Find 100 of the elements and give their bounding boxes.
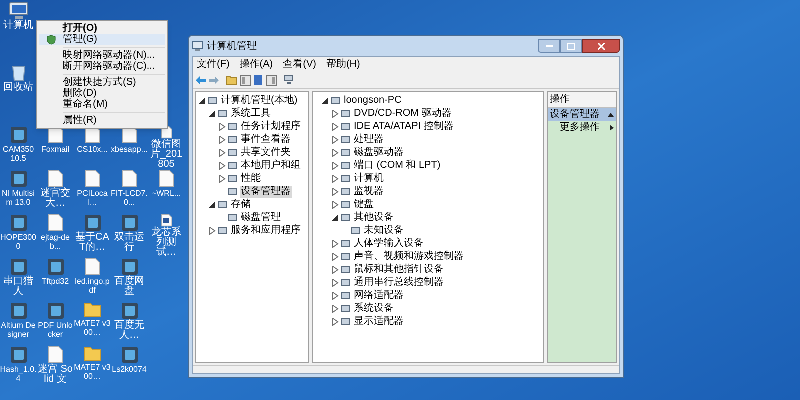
maximize-button[interactable] (560, 39, 582, 53)
collapsed-arrow-icon[interactable] (331, 240, 339, 248)
tree-item[interactable]: 磁盘管理 (240, 212, 282, 224)
desktop-icon-label[interactable]: ~WRL... (148, 189, 185, 198)
desktop-icon-label[interactable]: NI Multisim 13.0 (0, 189, 37, 207)
collapsed-arrow-icon[interactable] (331, 148, 339, 156)
desktop-icon-label[interactable]: Tftpd32 (37, 277, 74, 286)
action-link[interactable]: 更多操作 (548, 121, 616, 134)
tree-item[interactable]: 网络适配器 (353, 290, 405, 302)
collapsed-arrow-icon[interactable] (331, 162, 339, 170)
tree-item[interactable]: 共享文件夹 (240, 146, 292, 158)
actions-section[interactable]: 设备管理器 (548, 108, 616, 121)
desktop-icon-label[interactable]: MATE7 v300… (74, 319, 111, 337)
desktop-icon-label[interactable]: MATE7 v300… (74, 363, 111, 381)
menu-bar-item[interactable]: 文件(F) (197, 57, 230, 72)
panel-icon[interactable] (240, 74, 251, 86)
desktop-icon-label[interactable]: 双击运行 (111, 233, 148, 253)
desktop-icon-label[interactable]: 迷宫 Solid 文 (37, 365, 74, 385)
close-button[interactable] (582, 39, 620, 53)
collapsed-arrow-icon[interactable] (218, 148, 226, 156)
back-arrow-icon[interactable] (196, 76, 206, 84)
collapsed-arrow-icon[interactable] (218, 136, 226, 144)
tree-item[interactable]: 鼠标和其他指针设备 (353, 264, 445, 276)
tree-item[interactable]: 系统设备 (353, 302, 395, 314)
desktop-icon-label[interactable]: Ls2k0074 (111, 365, 148, 374)
tree-item[interactable]: 系统工具 (230, 108, 272, 120)
minimize-button[interactable] (538, 39, 560, 53)
tree-item[interactable]: 通用串行总线控制器 (353, 276, 445, 288)
tree-item[interactable]: 人体学输入设备 (353, 238, 425, 250)
desktop-icon-label[interactable]: PDF Unlocker (37, 321, 74, 339)
collapsed-arrow-icon[interactable] (331, 252, 339, 260)
tree-item[interactable]: loongson-PC (343, 94, 403, 106)
tree-item[interactable]: 事件查看器 (240, 134, 292, 146)
collapsed-arrow-icon[interactable] (331, 318, 339, 326)
desktop-icon-label[interactable]: Hash_1.0.4 (0, 365, 37, 383)
desktop-icon-label[interactable]: xbesapp... (111, 145, 148, 154)
tree-item[interactable]: 键盘 (353, 198, 375, 210)
expanded-arrow-icon[interactable] (198, 96, 206, 104)
desktop-icon-label[interactable]: 串口猎人 (0, 277, 37, 297)
collapsed-arrow-icon[interactable] (331, 188, 339, 196)
tree-item[interactable]: 计算机管理(本地) (220, 94, 299, 106)
tree-item[interactable]: 磁盘驱动器 (353, 146, 405, 158)
desktop-icon-label[interactable]: Altium Designer (0, 321, 37, 339)
desktop-icon-label[interactable]: 龙芯系列测试… (148, 228, 185, 258)
collapsed-arrow-icon[interactable] (218, 174, 226, 182)
collapsed-arrow-icon[interactable] (331, 110, 339, 118)
expanded-arrow-icon[interactable] (208, 200, 216, 208)
tree-item[interactable]: 存储 (230, 198, 252, 210)
collapsed-arrow-icon[interactable] (331, 174, 339, 182)
tree-item[interactable]: IDE ATA/ATAPI 控制器 (353, 120, 455, 132)
desktop-icon-label[interactable]: 微信图片_201805 (148, 140, 185, 170)
desktop-icon-label[interactable]: PCILocal... (74, 189, 111, 207)
collapsed-arrow-icon[interactable] (331, 304, 339, 312)
desktop-icon-label[interactable]: 迷宫交大… (37, 189, 74, 209)
tree-item[interactable]: DVD/CD-ROM 驱动器 (353, 108, 453, 120)
menu-item[interactable]: 打开(O) (39, 23, 165, 34)
menu-item[interactable]: 创建快捷方式(S) (39, 77, 165, 88)
desktop-icon-label[interactable]: CAM350 10.5 (0, 145, 37, 163)
device-icon[interactable] (284, 75, 295, 85)
tree-item[interactable]: 端口 (COM 和 LPT) (353, 160, 442, 172)
menu-item[interactable]: 属性(R) (39, 115, 165, 126)
collapsed-arrow-icon[interactable] (331, 292, 339, 300)
tree-item[interactable]: 声音、视频和游戏控制器 (353, 250, 465, 262)
tree-item[interactable]: 设备管理器 (240, 186, 292, 198)
tree-item[interactable]: 处理器 (353, 134, 385, 146)
menu-item[interactable]: 断开网络驱动器(C)... (39, 61, 165, 72)
desktop-icon-label[interactable]: 百度无人… (111, 321, 148, 341)
desktop-icon-label[interactable]: 百度网盘 (111, 277, 148, 297)
tree-item[interactable]: 服务和应用程序 (230, 224, 302, 236)
tree-item[interactable]: 任务计划程序 (240, 120, 302, 132)
tree-item[interactable]: 性能 (240, 172, 262, 184)
collapsed-arrow-icon[interactable] (208, 226, 216, 234)
expanded-arrow-icon[interactable] (321, 96, 329, 104)
desktop-icon-label[interactable]: 计算机 (0, 21, 37, 31)
desktop-icon-label[interactable]: 基于CAT的… (74, 233, 111, 253)
desktop-icon-label[interactable]: CS10x... (74, 145, 111, 154)
tree-item[interactable]: 计算机 (353, 172, 385, 184)
menu-item[interactable]: 重命名(M) (39, 99, 165, 110)
desktop-icon-label[interactable]: led.ingo.pdf (74, 277, 111, 295)
desktop-icon-label[interactable]: Foxmail (37, 145, 74, 154)
collapsed-arrow-icon[interactable] (331, 136, 339, 144)
tree-item[interactable]: 显示适配器 (353, 316, 405, 328)
expanded-arrow-icon[interactable] (331, 214, 339, 222)
collapsed-arrow-icon[interactable] (331, 122, 339, 130)
folder-up-icon[interactable] (226, 75, 237, 85)
desktop-icon-label[interactable]: ejtag-deb... (37, 233, 74, 251)
menu-item[interactable]: 映射网络驱动器(N)... (39, 50, 165, 61)
menu-item[interactable]: 删除(D) (39, 88, 165, 99)
desktop-icon-label[interactable]: HOPE3000 (0, 233, 37, 251)
tree-item[interactable]: 监视器 (353, 186, 385, 198)
collapsed-arrow-icon[interactable] (218, 122, 226, 130)
tree-item[interactable]: 本地用户和组 (240, 160, 302, 172)
collapsed-arrow-icon[interactable] (331, 278, 339, 286)
panel-icon[interactable] (266, 74, 277, 86)
menu-item[interactable]: 管理(G) (39, 34, 165, 45)
desktop-icon-label[interactable]: 回收站 (0, 83, 37, 93)
expanded-arrow-icon[interactable] (208, 110, 216, 118)
tree-item[interactable]: 其他设备 (353, 212, 395, 224)
collapsed-arrow-icon[interactable] (331, 200, 339, 208)
collapsed-arrow-icon[interactable] (218, 162, 226, 170)
